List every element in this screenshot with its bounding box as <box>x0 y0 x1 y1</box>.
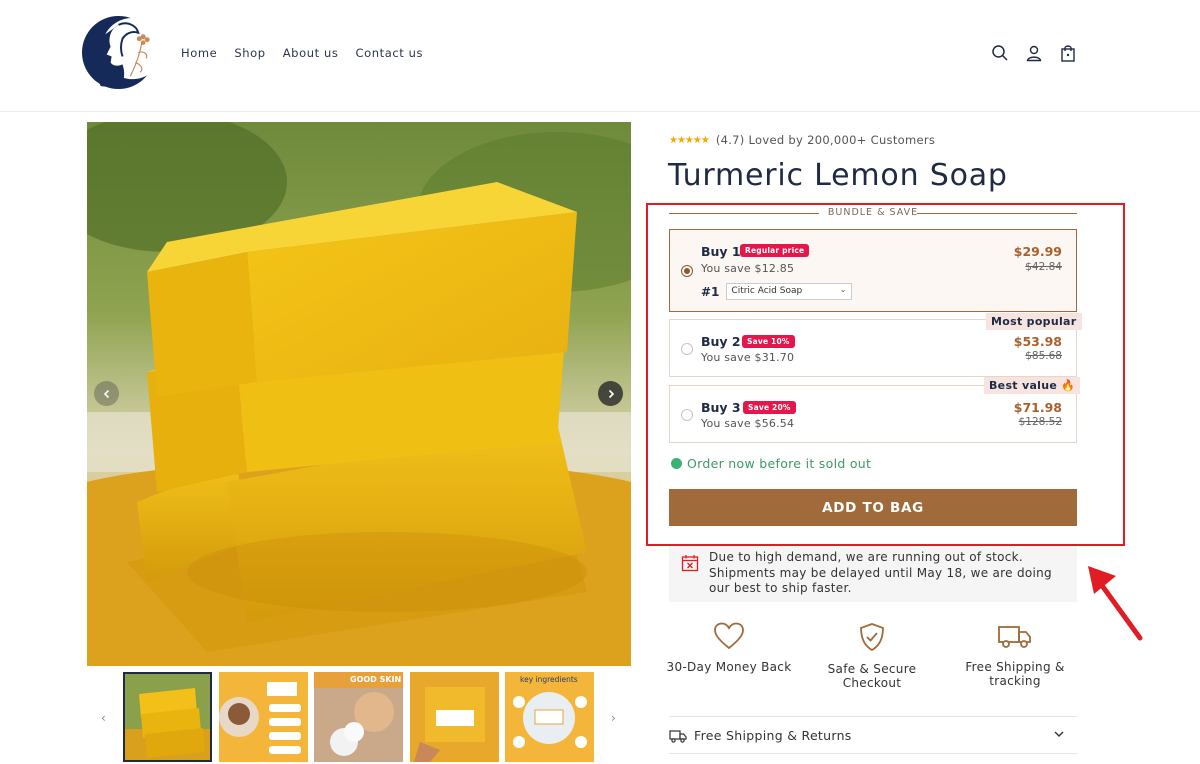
account-icon[interactable] <box>1025 44 1043 62</box>
option-price: $71.98 <box>1013 400 1062 415</box>
variant-row: #1 Citric Acid Soap ⌄ <box>701 283 853 300</box>
option-name: Buy 2 <box>701 334 741 349</box>
main-nav: Home Shop About us Contact us <box>181 46 440 60</box>
brand-logo[interactable] <box>81 11 160 96</box>
option-radio[interactable] <box>681 265 693 277</box>
thumb-label-good-skin: GOOD SKIN <box>350 675 402 684</box>
option-badge: Save 10% <box>742 335 795 348</box>
bundle-option-1[interactable]: Buy 1 Regular price You save $12.85 $29.… <box>669 229 1077 312</box>
shipping-returns-accordion[interactable]: Free Shipping & Returns <box>669 716 1077 754</box>
option-name: Buy 1 <box>701 244 741 259</box>
thumbnail-2[interactable] <box>219 672 308 762</box>
truck-small-icon <box>669 730 687 743</box>
option-badge: Regular price <box>740 244 810 257</box>
feature-money-back: 30-Day Money Back <box>659 622 799 674</box>
option-savings: You save $56.54 <box>701 417 795 430</box>
variant-number: #1 <box>701 284 720 299</box>
header-icons <box>991 44 1077 62</box>
thumbnail-strip: ‹ GOOD SKIN key ingredients › <box>97 672 632 762</box>
thumbnail-1[interactable] <box>123 672 212 762</box>
option-price: $29.99 <box>1013 244 1062 259</box>
option-radio[interactable] <box>681 409 693 421</box>
thumbnail-3[interactable]: GOOD SKIN <box>314 672 403 762</box>
nav-contact[interactable]: Contact us <box>355 46 423 60</box>
nav-about[interactable]: About us <box>283 46 339 60</box>
stock-text: Order now before it sold out <box>687 456 872 471</box>
feature-label: Free Shipping & tracking <box>965 660 1065 688</box>
product-title: Turmeric Lemon Soap <box>668 158 1008 193</box>
stock-notice: Due to high demand, we are running out o… <box>669 546 1077 602</box>
thumb-label-key-ingredients: key ingredients <box>520 675 578 684</box>
add-to-bag-button[interactable]: ADD TO BAG <box>669 489 1077 526</box>
rating-text: (4.7) Loved by 200,000+ Customers <box>715 133 936 147</box>
stock-dot-icon <box>671 458 682 469</box>
calendar-x-icon <box>681 555 699 572</box>
features-row: 30-Day Money Back Safe & Secure Checkout… <box>659 622 1087 702</box>
nav-home[interactable]: Home <box>181 46 217 60</box>
accordion-label: Free Shipping & Returns <box>694 728 852 743</box>
rating-row: ★★★★★ (4.7) Loved by 200,000+ Customers <box>669 133 935 147</box>
option-old-price: $42.84 <box>1025 261 1062 273</box>
site-header: Home Shop About us Contact us <box>0 0 1200 112</box>
gallery-prev-button[interactable] <box>94 381 119 406</box>
option-price: $53.98 <box>1013 334 1062 349</box>
nav-shop[interactable]: Shop <box>234 46 265 60</box>
soap-stack-image <box>87 122 631 666</box>
option-name: Buy 3 <box>701 400 741 415</box>
feature-label: 30-Day Money Back <box>666 660 792 674</box>
variant-select[interactable]: Citric Acid Soap ⌄ <box>726 283 853 300</box>
product-main-image[interactable] <box>87 122 631 666</box>
annotation-arrow-icon <box>1088 566 1143 641</box>
best-value-tag: Best value 🔥 <box>984 377 1081 394</box>
stock-status: Order now before it sold out <box>671 456 871 471</box>
most-popular-tag: Most popular <box>986 313 1082 330</box>
gallery-next-button[interactable] <box>598 381 623 406</box>
chevron-down-icon: ⌄ <box>839 285 847 294</box>
option-old-price: $85.68 <box>1025 350 1062 362</box>
feature-secure-checkout: Safe & Secure Checkout <box>802 622 942 690</box>
variant-value: Citric Acid Soap <box>731 286 803 296</box>
option-badge: Save 20% <box>743 401 796 414</box>
bundle-header-label: BUNDLE & SAVE <box>827 207 919 218</box>
option-savings: You save $31.70 <box>701 351 795 364</box>
bag-icon[interactable] <box>1059 44 1077 62</box>
thumb-next-icon[interactable]: › <box>611 711 616 725</box>
thumb-prev-icon[interactable]: ‹ <box>101 711 106 725</box>
thumbnail-5[interactable]: key ingredients <box>505 672 594 762</box>
feature-label: Safe & Secure Checkout <box>827 662 917 690</box>
thumbnail-4[interactable] <box>410 672 499 762</box>
option-savings: You save $12.85 <box>701 262 795 275</box>
stock-notice-text: Due to high demand, we are running out o… <box>709 550 1052 595</box>
rating-stars-icon: ★★★★★ <box>669 134 710 146</box>
option-old-price: $128.52 <box>1018 416 1062 428</box>
bundle-header: BUNDLE & SAVE <box>669 207 1077 221</box>
shield-check-icon <box>860 623 884 652</box>
search-icon[interactable] <box>991 44 1009 62</box>
feature-free-shipping: Free Shipping & tracking <box>945 622 1085 688</box>
chevron-down-icon <box>1053 728 1065 743</box>
heart-icon <box>714 622 744 650</box>
truck-icon <box>998 626 1031 648</box>
option-radio[interactable] <box>681 343 693 355</box>
